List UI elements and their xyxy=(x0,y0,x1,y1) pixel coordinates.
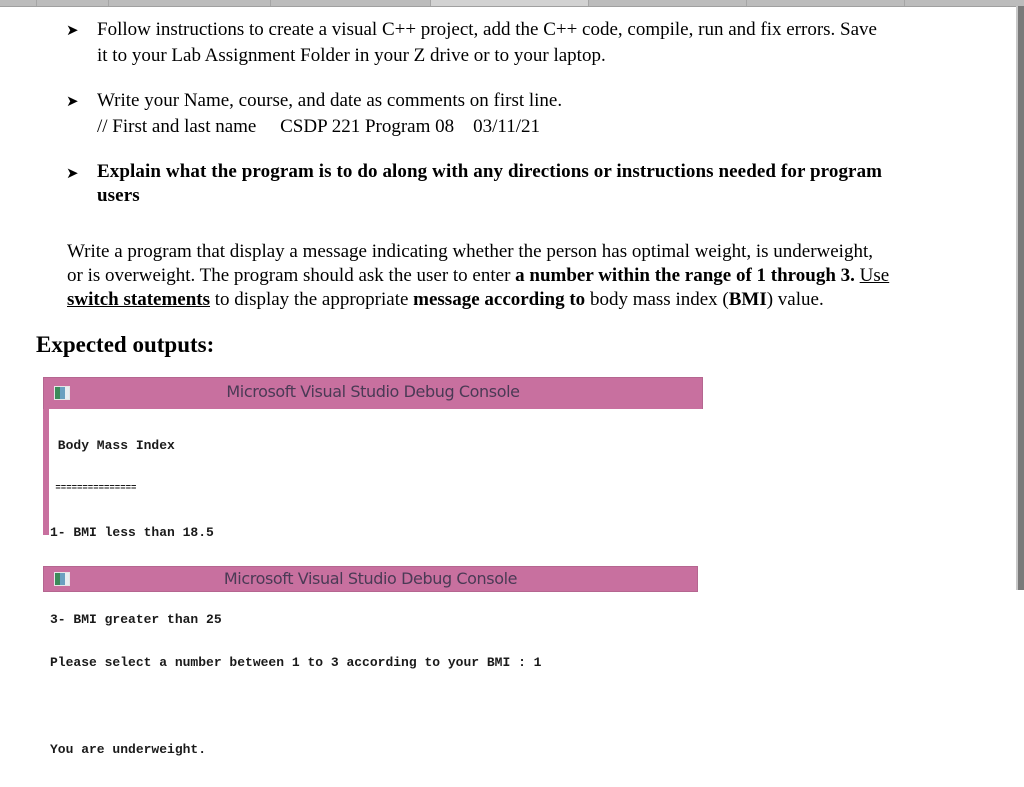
arrow-bullet-icon: ➤ xyxy=(66,92,79,110)
ruler-segment xyxy=(904,0,1024,6)
comment-name: // First and last name xyxy=(97,116,257,137)
paragraph-underline: Use xyxy=(859,265,890,286)
paragraph-text: to display the appropriate xyxy=(210,289,414,310)
paragraph-line2: or is overweight. The program should ask… xyxy=(67,264,967,288)
expected-outputs-heading: Expected outputs: xyxy=(36,332,215,357)
bullet-text-line1: Write your Name, course, and date as com… xyxy=(97,90,563,111)
bullet-text-line2: users xyxy=(97,185,140,206)
console-line: Body Mass Index xyxy=(50,438,175,453)
comment-date: 03/11/21 xyxy=(473,116,540,137)
bmi-bold: BMI xyxy=(728,289,767,310)
ruler-segment xyxy=(746,0,905,6)
debug-console-window-2: Microsoft Visual Studio Debug Console xyxy=(43,566,698,592)
bullet-text-line1: Follow instructions to create a visual C… xyxy=(97,19,877,40)
console-line: =============== xyxy=(50,482,137,493)
ruler xyxy=(0,0,1024,7)
paragraph-text: body mass index ( xyxy=(585,289,729,310)
console-output: Body Mass Index =============== 1- BMI l… xyxy=(43,409,703,757)
console-titlebar: Microsoft Visual Studio Debug Console xyxy=(44,567,697,591)
console-border xyxy=(43,409,49,535)
assignment-paragraph: Write a program that display a message i… xyxy=(67,240,967,312)
debug-console-window: Microsoft Visual Studio Debug Console xyxy=(43,377,703,411)
paragraph-line1: Write a program that display a message i… xyxy=(67,241,873,262)
console-result: You are underweight. xyxy=(50,742,207,757)
ruler-segment xyxy=(588,0,747,6)
paragraph-text: ) value. xyxy=(766,289,824,310)
ruler-segment xyxy=(430,0,589,6)
paragraph-text: or is overweight. The program should ask… xyxy=(67,265,516,286)
comment-course: CSDP 221 Program 08 xyxy=(280,116,455,137)
arrow-bullet-icon: ➤ xyxy=(66,21,79,39)
console-line: 1- BMI less than 18.5 xyxy=(50,524,214,540)
console-line: 3- BMI greater than 25 xyxy=(50,611,222,627)
bullet-text-line1: Explain what the program is to do along … xyxy=(97,161,883,182)
console-lines: Body Mass Index =============== 1- BMI l… xyxy=(50,410,541,787)
ruler-segment xyxy=(108,0,271,6)
console-titlebar: Microsoft Visual Studio Debug Console xyxy=(44,378,702,408)
bullet-text-line2: it to your Lab Assignment Folder in your… xyxy=(97,45,606,66)
bullet-item-explain: ➤ Explain what the program is to do alon… xyxy=(66,160,966,208)
comment-example: // First and last name CSDP 221 Program … xyxy=(97,114,946,140)
switch-statements-emphasis: switch statements xyxy=(67,289,211,310)
console-title: Microsoft Visual Studio Debug Console xyxy=(223,569,518,588)
vertical-scrollbar[interactable] xyxy=(1016,6,1024,590)
paragraph-bold: message according to xyxy=(413,289,586,310)
bullet-item-instructions: ➤ Follow instructions to create a visual… xyxy=(66,17,946,69)
paragraph-bold: a number within the range of 1 through 3… xyxy=(515,265,855,286)
ruler-segment xyxy=(36,0,109,6)
arrow-bullet-icon: ➤ xyxy=(66,164,79,182)
paragraph-line3: switch statements to display the appropr… xyxy=(67,288,967,312)
console-line: Please select a number between 1 to 3 ac… xyxy=(50,655,542,670)
console-title: Microsoft Visual Studio Debug Console xyxy=(226,382,520,401)
bullet-item-comments: ➤ Write your Name, course, and date as c… xyxy=(66,88,946,140)
ruler-segment xyxy=(270,0,431,6)
